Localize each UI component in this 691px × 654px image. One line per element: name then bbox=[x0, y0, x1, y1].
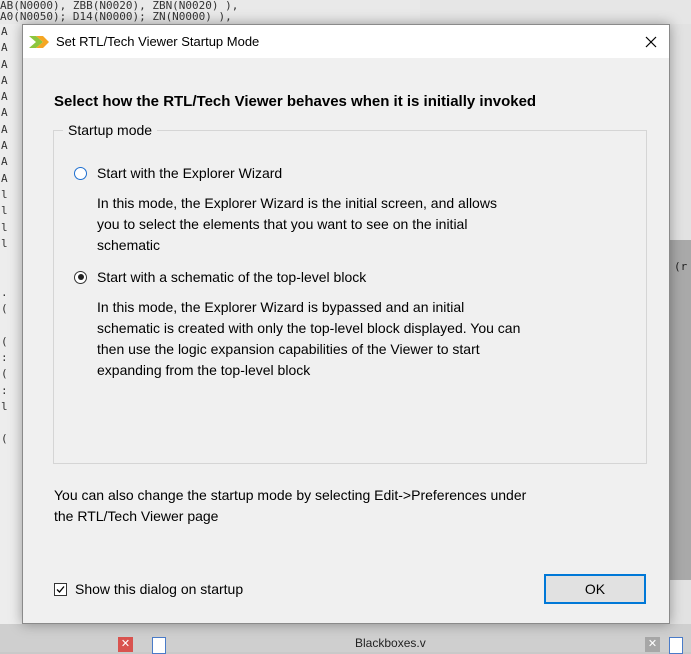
gutter-line: A bbox=[1, 122, 8, 136]
checkbox-checked[interactable] bbox=[54, 582, 67, 596]
group-label: Startup mode bbox=[63, 122, 158, 138]
gutter-line: . bbox=[1, 285, 8, 299]
gutter-line: A bbox=[1, 139, 8, 153]
tab-close-icon[interactable]: ✕ bbox=[118, 637, 133, 652]
tab-close-icon[interactable]: ✕ bbox=[645, 637, 660, 652]
dialog-titlebar[interactable]: Set RTL/Tech Viewer Startup Mode bbox=[23, 25, 669, 58]
description-line: schematic is created with only the top-l… bbox=[97, 320, 521, 336]
code-line: A0(N0050); D14(N0000); ZN(N0000) ), bbox=[0, 10, 232, 23]
gutter-line: l bbox=[1, 220, 8, 234]
app-logo-icon bbox=[29, 36, 49, 48]
ok-button[interactable]: OK bbox=[544, 574, 646, 604]
background-tab-bar bbox=[0, 624, 691, 652]
gutter-line: A bbox=[1, 171, 8, 185]
gutter-line: l bbox=[1, 236, 8, 250]
gutter-line bbox=[0, 317, 22, 333]
option-description: In this mode, the Explorer Wizard is the… bbox=[97, 193, 497, 256]
radio-button-unchecked[interactable] bbox=[74, 166, 87, 180]
footer-note-line: You can also change the startup mode by … bbox=[54, 487, 527, 503]
gutter-line: : bbox=[1, 383, 8, 397]
dialog-title: Set RTL/Tech Viewer Startup Mode bbox=[56, 34, 260, 49]
gutter-line: A bbox=[1, 73, 8, 87]
document-icon[interactable] bbox=[669, 637, 683, 654]
dialog-heading: Select how the RTL/Tech Viewer behaves w… bbox=[54, 93, 537, 110]
background-right-panel bbox=[670, 240, 691, 580]
checkbox-label[interactable]: Show this dialog on startup bbox=[75, 581, 243, 597]
option-explorer-wizard[interactable]: Start with the Explorer Wizard bbox=[74, 165, 282, 181]
gutter-line: l bbox=[1, 399, 8, 413]
description-line: expanding from the top-level block bbox=[97, 362, 311, 378]
gutter-line: A bbox=[1, 41, 8, 55]
option-label[interactable]: Start with the Explorer Wizard bbox=[97, 165, 282, 181]
gutter-line: : bbox=[1, 350, 8, 364]
gutter-line: l bbox=[1, 187, 8, 201]
option-top-level-schematic[interactable]: Start with a schematic of the top-level … bbox=[74, 269, 366, 285]
document-icon[interactable] bbox=[152, 637, 166, 654]
gutter-line: A bbox=[1, 90, 8, 104]
background-code-header: AB(N0000), ZBB(N0020), ZBN(N0020) ), A0(… bbox=[0, 0, 420, 24]
gutter-line bbox=[0, 448, 22, 464]
gutter-line: A bbox=[1, 106, 8, 120]
description-line: then use the logic expansion capabilitie… bbox=[97, 341, 480, 357]
footer-note-line: the RTL/Tech Viewer page bbox=[54, 508, 219, 524]
gutter-line: ( bbox=[1, 334, 8, 348]
gutter-line: A bbox=[1, 25, 8, 38]
gutter-line: ( bbox=[1, 432, 8, 446]
radio-button-checked[interactable] bbox=[74, 270, 87, 284]
startup-mode-dialog: Set RTL/Tech Viewer Startup Mode Select … bbox=[22, 24, 670, 624]
option-description: In this mode, the Explorer Wizard is byp… bbox=[97, 297, 520, 381]
gutter-line: A bbox=[1, 155, 8, 169]
close-icon bbox=[645, 36, 657, 47]
description-line: In this mode, the Explorer Wizard is byp… bbox=[97, 299, 465, 315]
gutter-line: ( bbox=[1, 302, 8, 316]
footer-note: You can also change the startup mode by … bbox=[54, 485, 654, 527]
checkmark-icon bbox=[56, 585, 65, 593]
gutter-line: l bbox=[1, 204, 8, 218]
gutter-line: A bbox=[1, 57, 8, 71]
gutter-line bbox=[0, 252, 22, 268]
background-gutter: A A A A A A A A A Al l l l.((:(: l( bbox=[0, 24, 22, 624]
description-line: you to select the elements that you want… bbox=[97, 216, 468, 232]
gutter-line bbox=[0, 415, 22, 431]
tab-label[interactable]: Blackboxes.v bbox=[355, 636, 426, 650]
gutter-line: ( bbox=[1, 367, 8, 381]
background-right-text: (r bbox=[674, 260, 688, 273]
description-line: In this mode, the Explorer Wizard is the… bbox=[97, 195, 497, 211]
gutter-line bbox=[0, 268, 22, 284]
show-on-startup-checkbox[interactable]: Show this dialog on startup bbox=[54, 581, 243, 597]
close-button[interactable] bbox=[633, 25, 669, 58]
description-line: schematic bbox=[97, 237, 161, 253]
option-label[interactable]: Start with a schematic of the top-level … bbox=[97, 269, 366, 285]
